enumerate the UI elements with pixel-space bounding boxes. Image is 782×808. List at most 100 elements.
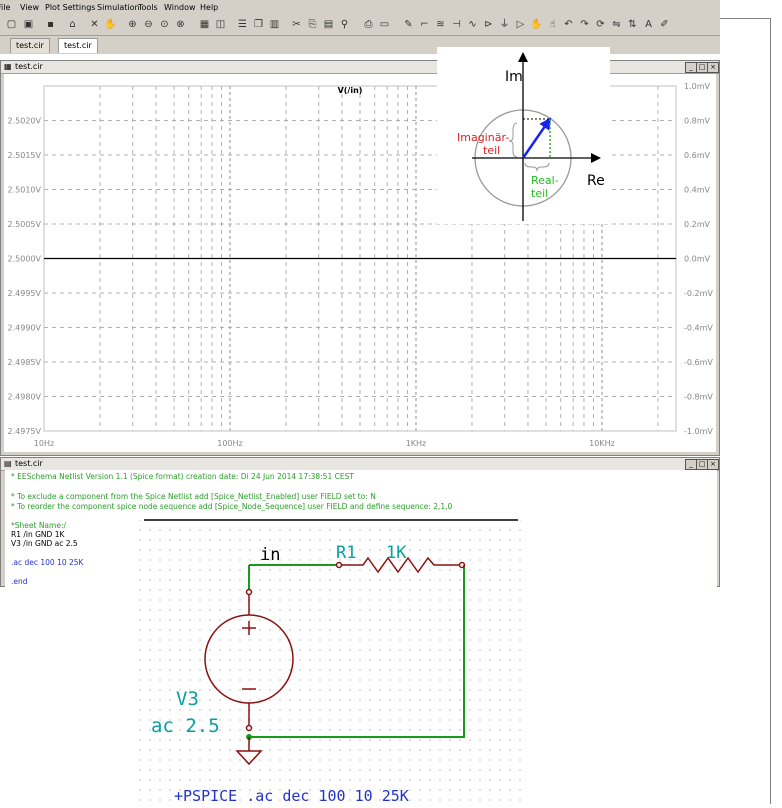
menu-window[interactable]: Window	[164, 3, 196, 12]
plot-title: V(/in)	[338, 86, 363, 95]
pspice-directive: +PSPICE .ac dec 100 10 25K	[174, 787, 409, 804]
y-tick-label-right: 1.0mV	[684, 82, 711, 91]
phasor-vector	[521, 117, 552, 159]
phasor-diagram: Im Re Imaginär-teil Real-teil	[437, 47, 610, 224]
document-tabs: test.cir test.cir	[0, 36, 720, 54]
zoom-out-icon[interactable]: ⊖	[142, 18, 155, 31]
cascade-icon[interactable]: ❐	[252, 18, 265, 31]
y-tick-label-right: -0.2mV	[684, 289, 713, 298]
y-tick-label-left: 2.4995V	[8, 289, 42, 298]
paste-icon[interactable]: ▤	[322, 18, 335, 31]
menu-view[interactable]: View	[20, 3, 39, 12]
y-tick-label-left: 2.4980V	[8, 393, 42, 402]
y-tick-label-right: 0.0mV	[684, 255, 711, 264]
tile-horizontal-icon[interactable]: ☰	[236, 18, 249, 31]
component-icon[interactable]: ▷	[514, 18, 527, 31]
capacitor-icon[interactable]: ⊣	[450, 18, 463, 31]
save-icon[interactable]: ▪	[44, 18, 57, 31]
zoom-cancel-icon[interactable]: ⊗	[174, 18, 187, 31]
netlist-v3-line: V3 /in GND ac 2.5	[11, 539, 78, 548]
netlist-reorder-comment: * To reorder the component spice node se…	[11, 502, 453, 511]
y-tick-label-right: -0.6mV	[684, 358, 713, 367]
zoom-fit-icon[interactable]: ⊙	[158, 18, 171, 31]
window-border	[720, 18, 770, 19]
tab-test-cir-2[interactable]: test.cir	[58, 38, 98, 53]
y-tick-label-right: -0.8mV	[684, 393, 713, 402]
y-tick-label-left: 2.4990V	[8, 324, 42, 333]
tile-vertical-icon[interactable]: ▥	[268, 18, 281, 31]
net-label-in: in	[260, 545, 280, 565]
resistor-icon[interactable]: ≋	[434, 18, 447, 31]
close-button[interactable]: ×	[707, 459, 719, 470]
y-tick-label-right: 0.4mV	[684, 186, 711, 195]
tab-test-cir-1[interactable]: test.cir	[10, 38, 50, 53]
y-tick-label-left: 2.4985V	[8, 358, 42, 367]
menu-file[interactable]: File	[0, 3, 10, 12]
source-value: ac 2.5	[151, 715, 220, 737]
toolbar: ▢ ▣ ▪ ⌂ ✕ ✋ ⊕ ⊖ ⊙ ⊗ ▦ ◫ ☰ ❐ ▥ ✂ ⎘ ▤ ⚲ ⎙ …	[0, 15, 720, 36]
imaginary-part-label: Imaginär-teil	[457, 131, 509, 157]
y-tick-label-left: 2.5000V	[8, 255, 42, 264]
resistor-value: 1K	[386, 543, 407, 563]
close-button[interactable]: ×	[707, 62, 719, 73]
plot-window-titlebar: ▦ test.cir _ □ ×	[1, 61, 719, 74]
x-tick-label: 10KHz	[589, 439, 615, 448]
menu-plot-settings[interactable]: Plot Settings	[45, 3, 95, 12]
y-tick-label-right: 0.2mV	[684, 220, 711, 229]
menu-help[interactable]: Help	[200, 3, 218, 12]
pencil-icon[interactable]: ✎	[402, 18, 415, 31]
wire-icon[interactable]: ⌐	[418, 18, 431, 31]
imag-brace	[508, 122, 518, 158]
grid-icon[interactable]: ▦	[198, 18, 211, 31]
y-tick-label-left: 2.5015V	[8, 151, 42, 160]
x-tick-label: 10Hz	[34, 439, 54, 448]
text-icon[interactable]: A	[642, 18, 655, 31]
hand-icon[interactable]: ✋	[104, 18, 117, 31]
re-label: Re	[587, 173, 605, 189]
menu-bar: File View Plot Settings Simulation Tools…	[0, 0, 720, 15]
autoscale-icon[interactable]: ◫	[214, 18, 227, 31]
x-tick-label: 1KHz	[406, 439, 427, 448]
schematic-panel: in R1 1K V3 ac 2.5 +PSPICE .ac dec 100 1…	[138, 518, 521, 805]
diode-icon[interactable]: ⊳	[482, 18, 495, 31]
label-icon[interactable]: ✐	[658, 18, 671, 31]
menu-tools[interactable]: Tools	[138, 3, 158, 12]
y-tick-label-left: 2.5010V	[8, 186, 42, 195]
resistor-reference: R1	[336, 543, 356, 563]
y-tick-label-right: 0.6mV	[684, 151, 711, 160]
y-tick-label-right: -0.4mV	[684, 324, 713, 333]
undo-icon[interactable]: ↶	[562, 18, 575, 31]
cursor-icon[interactable]: ✕	[88, 18, 101, 31]
y-tick-label-left: 2.5005V	[8, 220, 42, 229]
zoom-in-icon[interactable]: ⊕	[126, 18, 139, 31]
probe-icon[interactable]: ⌂	[66, 18, 79, 31]
inductor-icon[interactable]: ∿	[466, 18, 479, 31]
real-part-label: Real-teil	[531, 174, 559, 200]
flip-icon[interactable]: ⇅	[626, 18, 639, 31]
new-icon[interactable]: ▢	[5, 18, 18, 31]
netlist-exclude-comment: * To exclude a component from the Spice …	[11, 492, 376, 501]
real-brace	[524, 162, 550, 172]
y-tick-label-right: -1.0mV	[684, 427, 713, 436]
plot-window-title: test.cir	[15, 62, 43, 71]
ground-icon[interactable]: ⏚	[498, 18, 511, 31]
hand-drag-icon[interactable]: ☝	[546, 18, 559, 31]
find-icon[interactable]: ⚲	[338, 18, 351, 31]
print-setup-icon[interactable]: ▭	[378, 18, 391, 31]
open-folder-icon[interactable]: ▣	[22, 18, 35, 31]
window-icon: ▦	[4, 62, 12, 71]
mirror-icon[interactable]: ⇋	[610, 18, 623, 31]
menu-simulation[interactable]: Simulation	[97, 3, 140, 12]
y-tick-label-left: 2.5020V	[8, 117, 42, 126]
window-border	[770, 18, 771, 804]
copy-icon[interactable]: ⎘	[306, 18, 319, 31]
netlist-header: * EESchema Netlist Version 1.1 (Spice fo…	[11, 472, 354, 481]
hand-move-icon[interactable]: ✋	[530, 18, 543, 31]
redo-icon[interactable]: ↷	[578, 18, 591, 31]
rotate-icon[interactable]: ⟳	[594, 18, 607, 31]
y-tick-label-left: 2.4975V	[8, 427, 42, 436]
netlist-end-line: .end	[11, 577, 28, 586]
print-icon[interactable]: ⎙	[362, 18, 375, 31]
phasor-svg: Im Re Imaginär-teil Real-teil	[457, 52, 605, 221]
cut-icon[interactable]: ✂	[290, 18, 303, 31]
